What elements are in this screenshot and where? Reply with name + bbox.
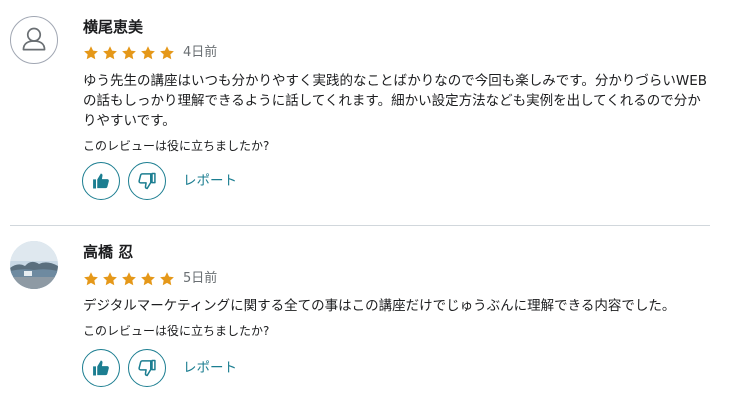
avatar (10, 16, 58, 64)
review-text: デジタルマーケティングに関する全ての事はこの講座だけでじゅうぶんに理解できる内容… (83, 298, 676, 314)
reviewer-name: 高橋 忍 (83, 243, 134, 261)
report-link[interactable]: レポート (183, 359, 237, 377)
helpful-no-button[interactable] (128, 349, 166, 387)
review-text: ゆう先生の講座はいつも分かりやすく実践的なことばかりなので今回も楽しみです。分か… (83, 73, 708, 129)
report-link[interactable]: レポート (183, 172, 237, 190)
review-date: 5日前 (183, 271, 218, 286)
star-icon (159, 45, 175, 61)
helpful-question: このレビューは役に立ちましたか? (83, 139, 270, 153)
divider (10, 225, 710, 226)
avatar (10, 241, 58, 289)
star-icon (121, 271, 137, 287)
landscape-photo-avatar (10, 241, 58, 289)
thumbs-down-icon (138, 172, 156, 190)
thumbs-down-icon (138, 359, 156, 377)
thumbs-up-icon (93, 360, 109, 376)
thumbs-up-icon (93, 173, 109, 189)
star-icon (83, 45, 99, 61)
review-date: 4日前 (183, 45, 218, 60)
helpful-yes-button[interactable] (82, 162, 120, 200)
helpful-no-button[interactable] (128, 162, 166, 200)
helpful-yes-button[interactable] (82, 349, 120, 387)
user-placeholder-icon (22, 27, 46, 51)
review-actions: レポート (82, 348, 237, 388)
star-icon (140, 45, 156, 61)
review-actions: レポート (82, 161, 237, 201)
star-icon (83, 271, 99, 287)
star-icon (102, 271, 118, 287)
reviewer-name: 横尾恵美 (83, 18, 144, 36)
star-icon (159, 271, 175, 287)
star-icon (140, 271, 156, 287)
star-icon (102, 45, 118, 61)
star-rating: 5日前 (83, 270, 217, 288)
star-rating: 4日前 (83, 44, 217, 62)
star-icon (121, 45, 137, 61)
helpful-question: このレビューは役に立ちましたか? (83, 324, 270, 338)
